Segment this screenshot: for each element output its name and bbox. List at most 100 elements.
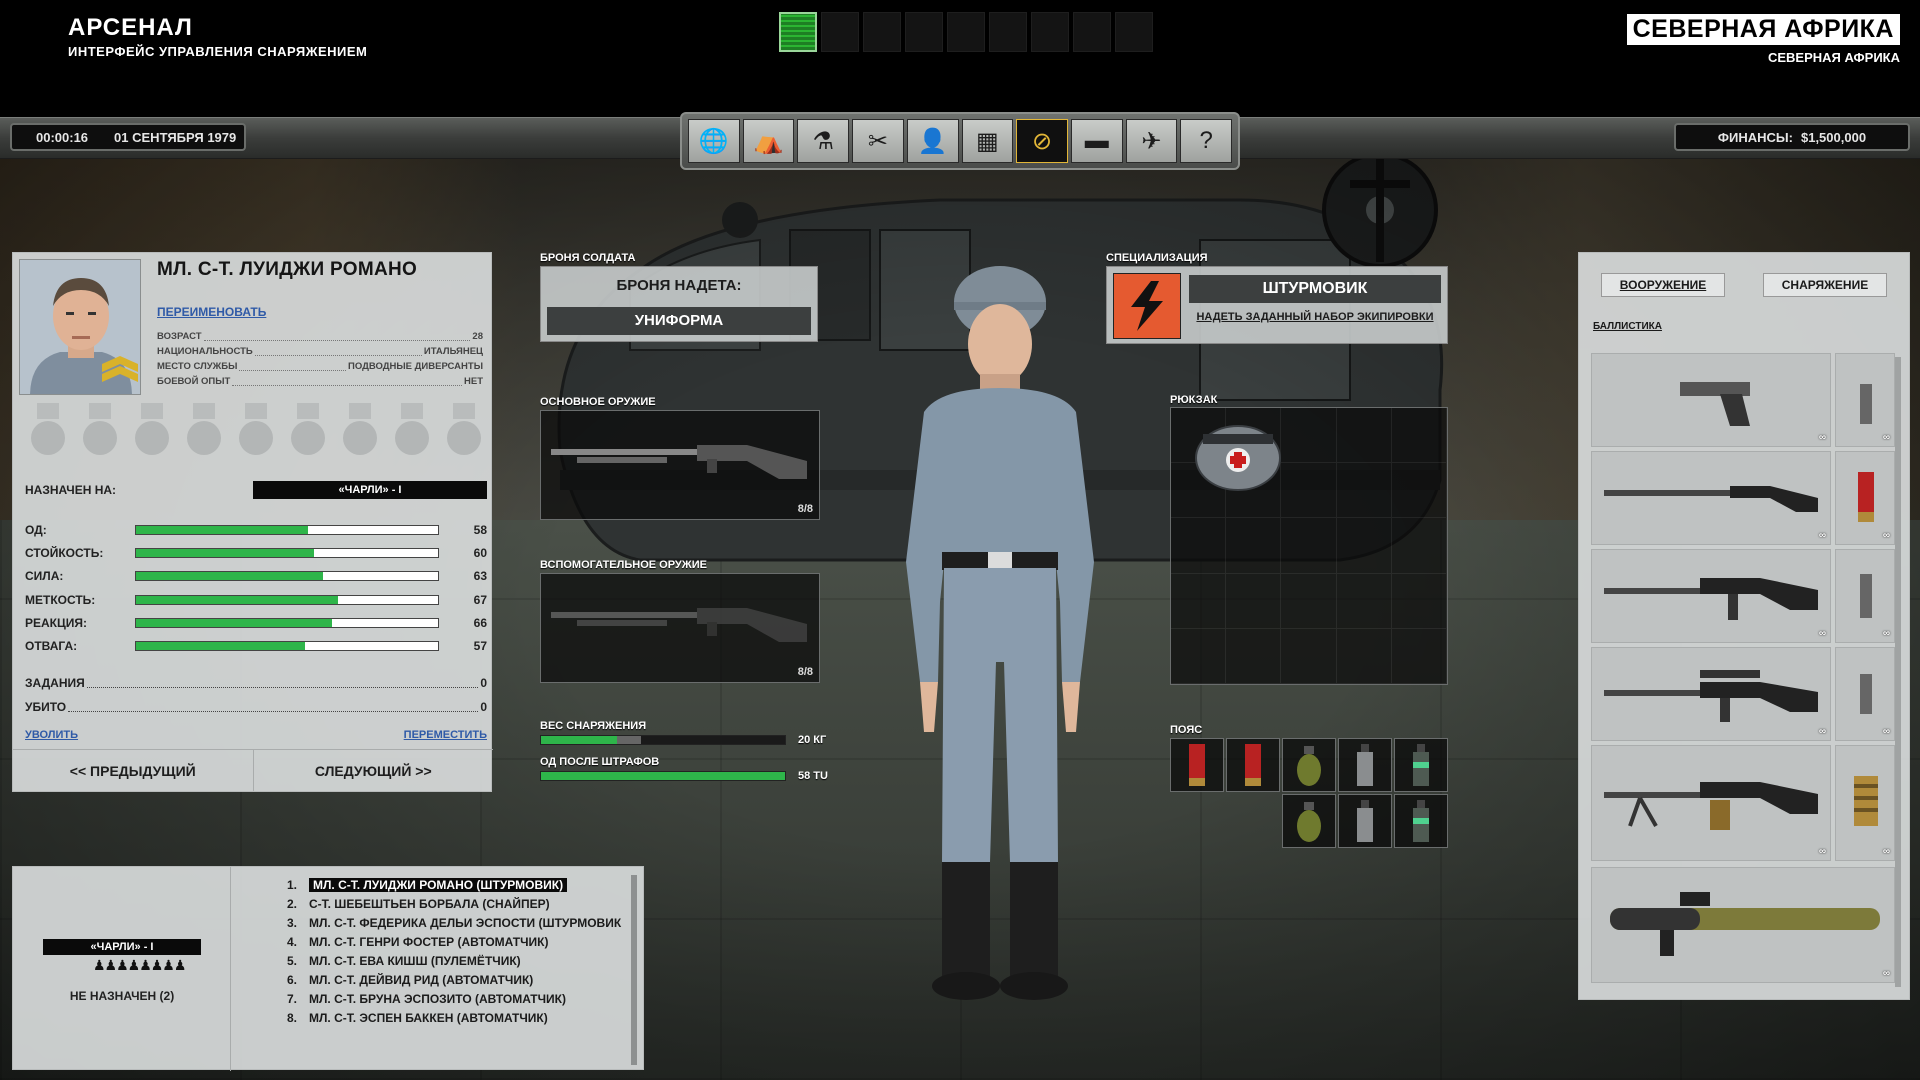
shotgun-ammo-item[interactable]: ∞ <box>1835 451 1895 545</box>
secondary-weapon-slot[interactable]: 8/8 <box>540 573 820 683</box>
backpack-cell[interactable] <box>1281 628 1337 684</box>
flashbang-icon <box>1413 800 1429 842</box>
pistol-item[interactable]: ∞ <box>1591 353 1831 447</box>
smoke-grenade-slot[interactable] <box>1338 738 1392 792</box>
bio-value: ИТАЛЬЯНЕЦ <box>423 346 483 357</box>
backpack-cell[interactable] <box>1336 573 1392 629</box>
prev-soldier-button[interactable]: << ПРЕДЫДУЩИЙ <box>13 750 254 791</box>
sniper-ammo-item[interactable]: ∞ <box>1835 647 1895 741</box>
roster-item[interactable]: 4. МЛ. С-Т. ГЕНРИ ФОСТЕР (АВТОМАТЧИК) <box>275 932 645 951</box>
stat-bar <box>135 617 439 628</box>
roster-item[interactable]: 1. МЛ. С-Т. ЛУИДЖИ РОМАНО (ШТУРМОВИК) <box>275 875 645 894</box>
item-count: ∞ <box>1882 726 1890 737</box>
missions-label: ЗАДАНИЯ <box>25 676 85 690</box>
backpack-cell[interactable] <box>1226 573 1282 629</box>
backpack-cell[interactable] <box>1171 573 1227 629</box>
roster-item[interactable]: 5. МЛ. С-Т. ЕВА КИШШ (ПУЛЕМЁТЧИК) <box>275 951 645 970</box>
squad-tag[interactable]: «ЧАРЛИ» - I <box>43 939 201 955</box>
stat-row: СИЛА: 63 <box>25 565 487 588</box>
stores-icon[interactable]: ▦ <box>961 119 1014 163</box>
backpack-cell[interactable] <box>1336 408 1392 464</box>
pistol-ammo-item[interactable]: ∞ <box>1835 353 1895 447</box>
tab-gear[interactable]: СНАРЯЖЕНИЕ <box>1763 273 1887 297</box>
roster-index: 1. <box>286 877 297 892</box>
bio-value: НЕТ <box>464 376 483 387</box>
backpack-cell[interactable] <box>1336 628 1392 684</box>
tab-weapons[interactable]: ВООРУЖЕНИЕ <box>1601 273 1725 297</box>
help-icon[interactable]: ? <box>1180 119 1233 163</box>
backpack-cell[interactable] <box>1281 408 1337 464</box>
belt-slots <box>1170 738 1448 848</box>
smoke-grenade-slot[interactable] <box>1338 794 1392 848</box>
primary-weapon-slot[interactable]: 8/8 <box>540 410 820 520</box>
backpack-cell[interactable] <box>1281 573 1337 629</box>
armor-slot[interactable]: БРОНЯ НАДЕТА: УНИФОРМА <box>540 266 818 342</box>
roster-item[interactable]: 7. МЛ. С-Т. БРУНА ЭСПОЗИТО (АВТОМАТЧИК) <box>275 989 645 1008</box>
base-icon[interactable]: ⛺ <box>742 119 795 163</box>
shotgun-icon <box>551 445 807 479</box>
primary-ammo: 8/8 <box>797 503 813 515</box>
shell-ammo-slot[interactable] <box>1226 738 1280 792</box>
shotgun-item[interactable]: ∞ <box>1591 451 1831 545</box>
flashbang-slot[interactable] <box>1394 794 1448 848</box>
roster-item[interactable]: 6. МЛ. С-Т. ДЕЙВИД РИД (АВТОМАТЧИК) <box>275 970 645 989</box>
rifle-ammo-item[interactable]: ∞ <box>1835 549 1895 643</box>
apply-loadout-link[interactable]: НАДЕТЬ ЗАДАННЫЙ НАБОР ЭКИПИРОВКИ <box>1189 311 1441 323</box>
equipment-scrollbar[interactable] <box>1895 357 1901 987</box>
sniper-rifle-item[interactable]: ∞ <box>1591 647 1831 741</box>
backpack-cell[interactable] <box>1281 518 1337 574</box>
roster-scrollbar[interactable] <box>631 875 637 1065</box>
next-soldier-button[interactable]: СЛЕДУЮЩИЙ >> <box>254 750 494 791</box>
engineering-icon[interactable]: ✂ <box>852 119 904 163</box>
bio-key: БОЕВОЙ ОПЫТ <box>157 376 231 387</box>
backpack-cell[interactable] <box>1391 573 1447 629</box>
rocket-launcher-item[interactable]: ∞ <box>1591 867 1895 983</box>
rifle-item[interactable]: ∞ <box>1591 549 1831 643</box>
assigned-squad[interactable]: «ЧАРЛИ» - I <box>253 481 487 499</box>
grenade-slot[interactable] <box>1282 794 1336 848</box>
date-value: 01 СЕНТЯБРЯ 1979 <box>114 129 237 145</box>
research-icon[interactable]: ⚗ <box>797 119 850 163</box>
arsenal-icon[interactable]: ⊘ <box>1016 119 1068 163</box>
roster-name: МЛ. С-Т. ЕВА КИШШ (ПУЛЕМЁТЧИК) <box>309 953 521 968</box>
backpack-cell[interactable] <box>1171 628 1227 684</box>
region-block: СЕВЕРНАЯ АФРИКА СЕВЕРНАЯ АФРИКА <box>1626 14 1900 65</box>
progress-square <box>989 12 1027 52</box>
frag-grenade-icon <box>1297 746 1321 786</box>
item-count: ∞ <box>1882 968 1890 979</box>
dismiss-link[interactable]: УВОЛИТЬ <box>25 729 78 741</box>
backpack-cell[interactable] <box>1391 518 1447 574</box>
shell-ammo-slot[interactable] <box>1170 738 1224 792</box>
aircraft-icon[interactable]: ✈ <box>1125 119 1178 163</box>
backpack-cell[interactable] <box>1391 408 1447 464</box>
backpack-cell[interactable] <box>1281 463 1337 519</box>
backpack-cell[interactable] <box>1336 518 1392 574</box>
backpack-cell[interactable] <box>1391 628 1447 684</box>
machine-gun-ammo-item[interactable]: ∞ <box>1835 745 1895 861</box>
backpack-cell[interactable] <box>1391 463 1447 519</box>
equipment-panel: ВООРУЖЕНИЕ СНАРЯЖЕНИЕ БАЛЛИСТИКА ∞ ∞ ∞ ∞… <box>1578 252 1910 1000</box>
stat-row: ОТВАГА: 57 <box>25 634 487 657</box>
backpack-grid[interactable] <box>1170 407 1448 685</box>
shotgun-shell-icon <box>1245 744 1261 786</box>
stat-name: РЕАКЦИЯ: <box>25 615 88 630</box>
backpack-cell[interactable] <box>1226 518 1282 574</box>
stat-bar-fill <box>136 642 306 651</box>
soldiers-icon[interactable]: 👤 <box>906 119 959 163</box>
medkit-icon[interactable] <box>1193 416 1283 496</box>
machine-gun-item[interactable]: ∞ <box>1591 745 1831 861</box>
flashbang-slot[interactable] <box>1394 738 1448 792</box>
roster-item[interactable]: 2. С-Т. ШЕБЕШТЬЕН БОРБАЛА (СНАЙПЕР) <box>275 894 645 913</box>
backpack-cell[interactable] <box>1336 463 1392 519</box>
rename-link[interactable]: ПЕРЕИМЕНОВАТЬ <box>157 305 266 319</box>
grenade-slot[interactable] <box>1282 738 1336 792</box>
roster-item[interactable]: 8. МЛ. С-Т. ЭСПЕН БАККЕН (АВТОМАТЧИК) <box>275 1008 645 1027</box>
transfer-link[interactable]: ПЕРЕМЕСТИТЬ <box>404 729 487 741</box>
backpack-cell[interactable] <box>1226 628 1282 684</box>
vehicles-icon[interactable]: ▬ <box>1070 119 1123 163</box>
backpack-cell[interactable] <box>1171 518 1227 574</box>
bio-row: БОЕВОЙ ОПЫТ НЕТ <box>157 374 483 389</box>
shotgun-shell-icon <box>1858 472 1874 522</box>
globe-icon[interactable]: 🌐 <box>688 119 740 163</box>
roster-item[interactable]: 3. МЛ. С-Т. ФЕДЕРИКА ДЕЛЬИ ЭСПОСТИ (ШТУРМ… <box>275 913 645 932</box>
